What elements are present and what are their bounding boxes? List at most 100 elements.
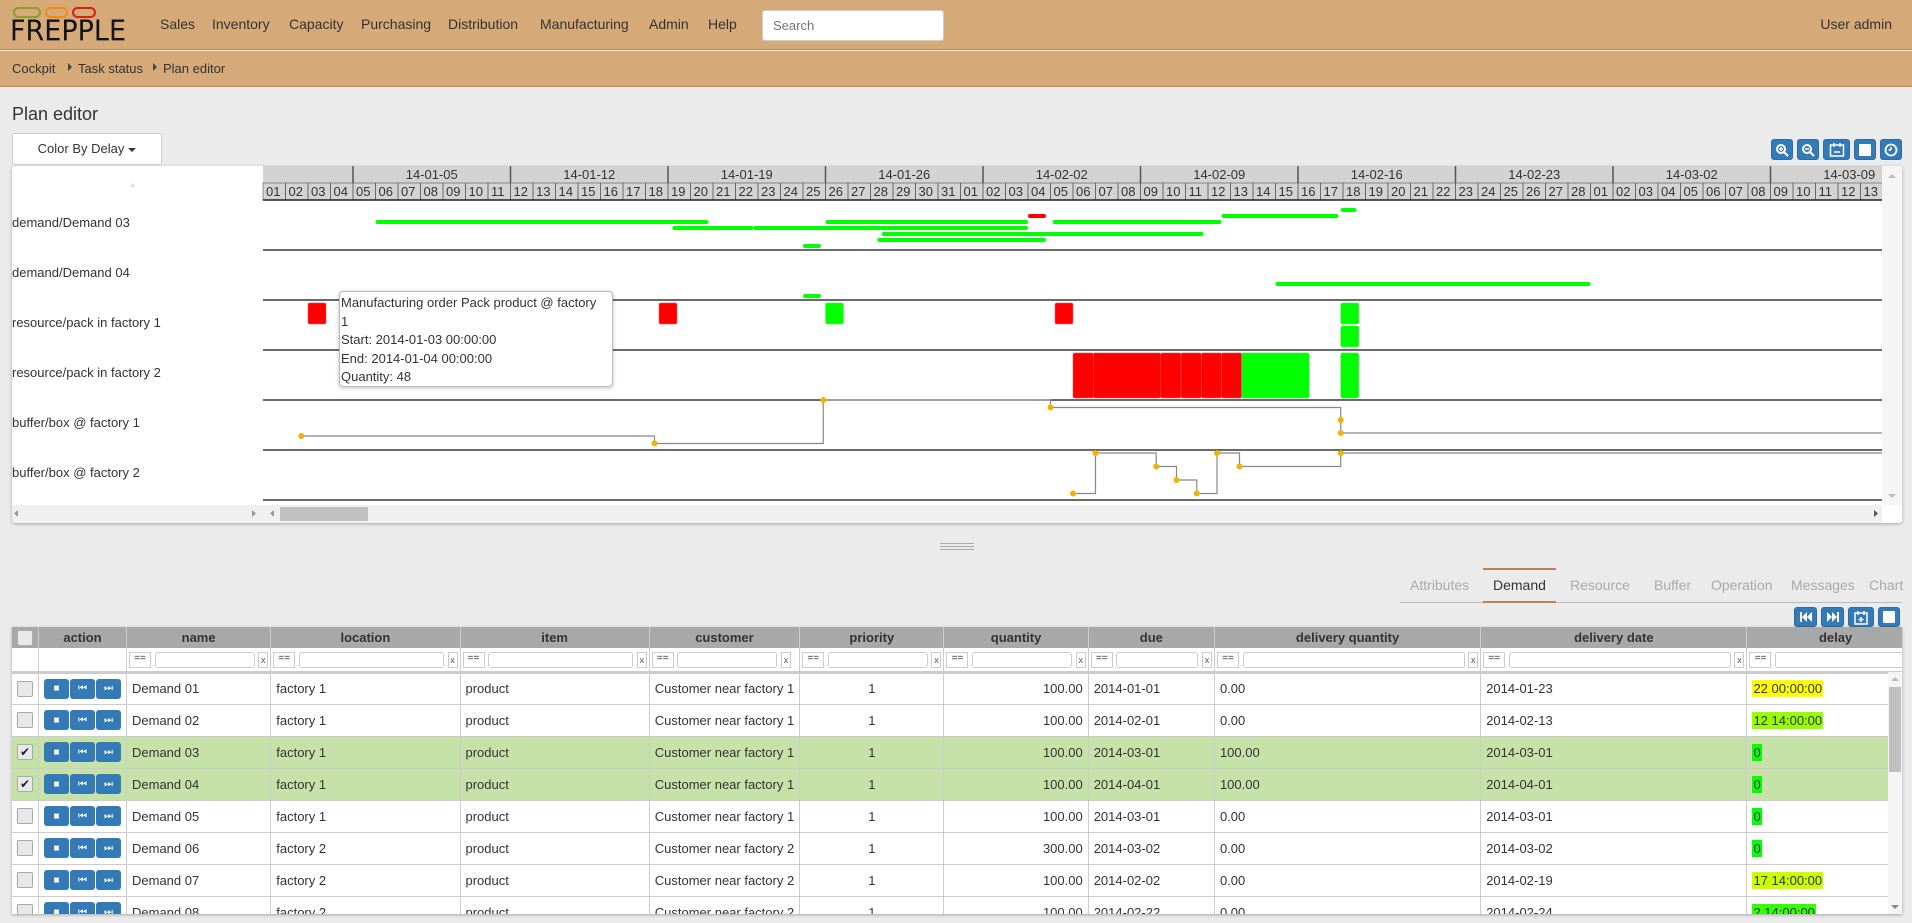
table-row[interactable]: ■ ⏮ ⏭ Demand 01 factory 1 product Customer nea… [12,672,1902,705]
breadcrumb-task-status[interactable]: Task status [78,61,143,76]
column-header-item[interactable]: item [460,627,650,648]
row-select-cell[interactable] [12,864,39,897]
clear-filter-icon[interactable]: x [447,651,458,668]
column-header-quantity[interactable]: quantity [943,627,1089,648]
stop-icon[interactable]: ■ [44,902,69,914]
fast-backward-icon[interactable]: ⏮ [70,902,95,914]
stop-icon[interactable]: ■ [44,742,69,762]
row-checkbox[interactable] [17,904,33,914]
filter-input[interactable] [972,651,1073,668]
fast-backward-icon[interactable]: ⏮ [70,710,95,730]
operation-bar[interactable] [1180,352,1202,399]
filter-input[interactable] [154,651,255,668]
vertical-scrollbar[interactable] [1882,166,1902,505]
table-row[interactable]: ■ ⏮ ⏭ Demand 06 factory 2 product Customer nea… [12,832,1902,865]
tab-resource[interactable]: Resource [1560,568,1640,603]
grid-vertical-scrollbar[interactable] [1888,672,1902,914]
operation-bar[interactable] [1160,352,1182,399]
menu-help[interactable]: Help [708,16,737,32]
column-header-delay[interactable]: delay [1746,627,1902,648]
fast-backward-icon[interactable]: ⏮ [70,838,95,858]
table-row[interactable]: ■ ⏮ ⏭ Demand 08 factory 2 product Customer nea… [12,896,1902,914]
demand-bar[interactable] [825,220,1029,224]
row-checkbox[interactable] [17,840,33,856]
buffer-event-point[interactable] [820,397,827,403]
row-select-cell[interactable] [12,704,39,737]
column-header-delivery-quantity[interactable]: delivery quantity [1214,627,1482,648]
gantt-chart[interactable]: 01 02 03 04 05 06 07 08 09 10 11 12 13 14 15 16 17 18 19 20… [12,166,1882,505]
scroll-left-icon[interactable] [14,510,18,517]
row-checkbox[interactable] [17,872,33,888]
operation-bar[interactable] [825,302,844,325]
menu-manufacturing[interactable]: Manufacturing [540,16,629,32]
clear-filter-icon[interactable]: x [636,651,647,668]
buffer-event-point[interactable] [1070,490,1076,497]
demand-bar[interactable] [877,238,1046,242]
stop-icon[interactable]: ■ [44,806,69,826]
scroll-up-icon[interactable] [1888,174,1896,178]
breadcrumb-cockpit[interactable]: Cockpit [12,61,55,76]
menu-distribution[interactable]: Distribution [448,16,518,32]
scroll-left-icon[interactable] [270,510,274,517]
filter-input[interactable] [1242,651,1465,668]
column-header-due[interactable]: due [1088,627,1215,648]
demand-bar[interactable] [375,220,709,224]
operation-bar[interactable] [1241,352,1310,399]
tab-chart[interactable]: Chart [1859,568,1912,603]
column-header-priority[interactable]: priority [799,627,945,648]
panel-splitter-handle[interactable] [940,543,974,551]
buffer-event-point[interactable] [1337,450,1344,456]
row-checkbox[interactable] [17,680,33,697]
menu-purchasing[interactable]: Purchasing [361,16,431,32]
demand-bar[interactable] [803,294,821,298]
row-checkbox[interactable] [17,712,33,728]
fast-backward-icon[interactable]: ⏮ [70,806,95,826]
operation-bar[interactable] [1201,352,1222,399]
frepple-logo[interactable]: FREPPLE [10,5,126,48]
stop-icon[interactable]: ■ [44,838,69,858]
column-header-action[interactable]: action [38,627,127,648]
scroll-thumb[interactable] [280,507,368,521]
stop-icon[interactable]: ■ [44,774,69,794]
fast-forward-icon[interactable]: ⏭ [96,774,121,794]
color-by-dropdown[interactable]: Color By Delay [12,133,162,165]
buffer-event-point[interactable] [1236,463,1243,470]
stop-icon[interactable]: ■ [44,870,69,890]
fast-backward-icon[interactable]: ⏮ [70,870,95,890]
filter-operator[interactable]: == [462,651,485,668]
buffer-event-point[interactable] [1193,490,1200,497]
buffer-event-point[interactable] [1047,404,1054,411]
buffer-event-point[interactable] [1337,417,1344,423]
add-date-button[interactable] [1848,607,1874,627]
row-select-cell[interactable]: ✔ [12,768,39,801]
demand-bar[interactable] [1221,214,1339,218]
search-input[interactable] [762,10,944,41]
fast-forward-icon[interactable]: ⏭ [96,742,121,762]
table-row[interactable]: ■ ⏮ ⏭ Demand 05 factory 1 product Customer nea… [12,800,1902,833]
buffer-event-point[interactable] [1214,450,1220,456]
table-row[interactable]: ■ ⏮ ⏭ Demand 02 factory 1 product Customer nea… [12,704,1902,737]
operation-bar[interactable] [307,302,327,325]
clear-filter-icon[interactable]: x [1075,651,1086,668]
filter-operator[interactable]: == [1749,651,1772,668]
scroll-up-icon[interactable] [1891,677,1899,681]
tab-messages[interactable]: Messages [1781,568,1865,603]
filter-input[interactable] [677,651,778,668]
user-menu[interactable]: User admin [1820,16,1892,32]
fast-forward-icon[interactable]: ⏭ [96,806,121,826]
buffer-event-point[interactable] [1173,477,1180,483]
operation-bar[interactable] [1221,352,1242,399]
tab-operation[interactable]: Operation [1701,568,1782,603]
menu-capacity[interactable]: Capacity [289,16,343,32]
buffer-event-point[interactable] [298,433,305,439]
scroll-right-icon[interactable] [1874,510,1878,517]
table-row[interactable]: ✔ ■ ⏮ ⏭ Demand 03 factory 1 product Customer ne… [12,736,1902,769]
calendar-button[interactable] [1823,139,1850,160]
buffer-event-point[interactable] [651,440,658,447]
breadcrumb-plan-editor[interactable]: Plan editor [163,61,225,76]
filter-input[interactable] [1508,651,1731,668]
buffer-event-point[interactable] [1092,450,1099,456]
filter-operator[interactable]: == [1090,651,1113,668]
table-row[interactable]: ✔ ■ ⏮ ⏭ Demand 04 factory 1 product Customer ne… [12,768,1902,801]
demand-bar[interactable] [672,226,754,230]
